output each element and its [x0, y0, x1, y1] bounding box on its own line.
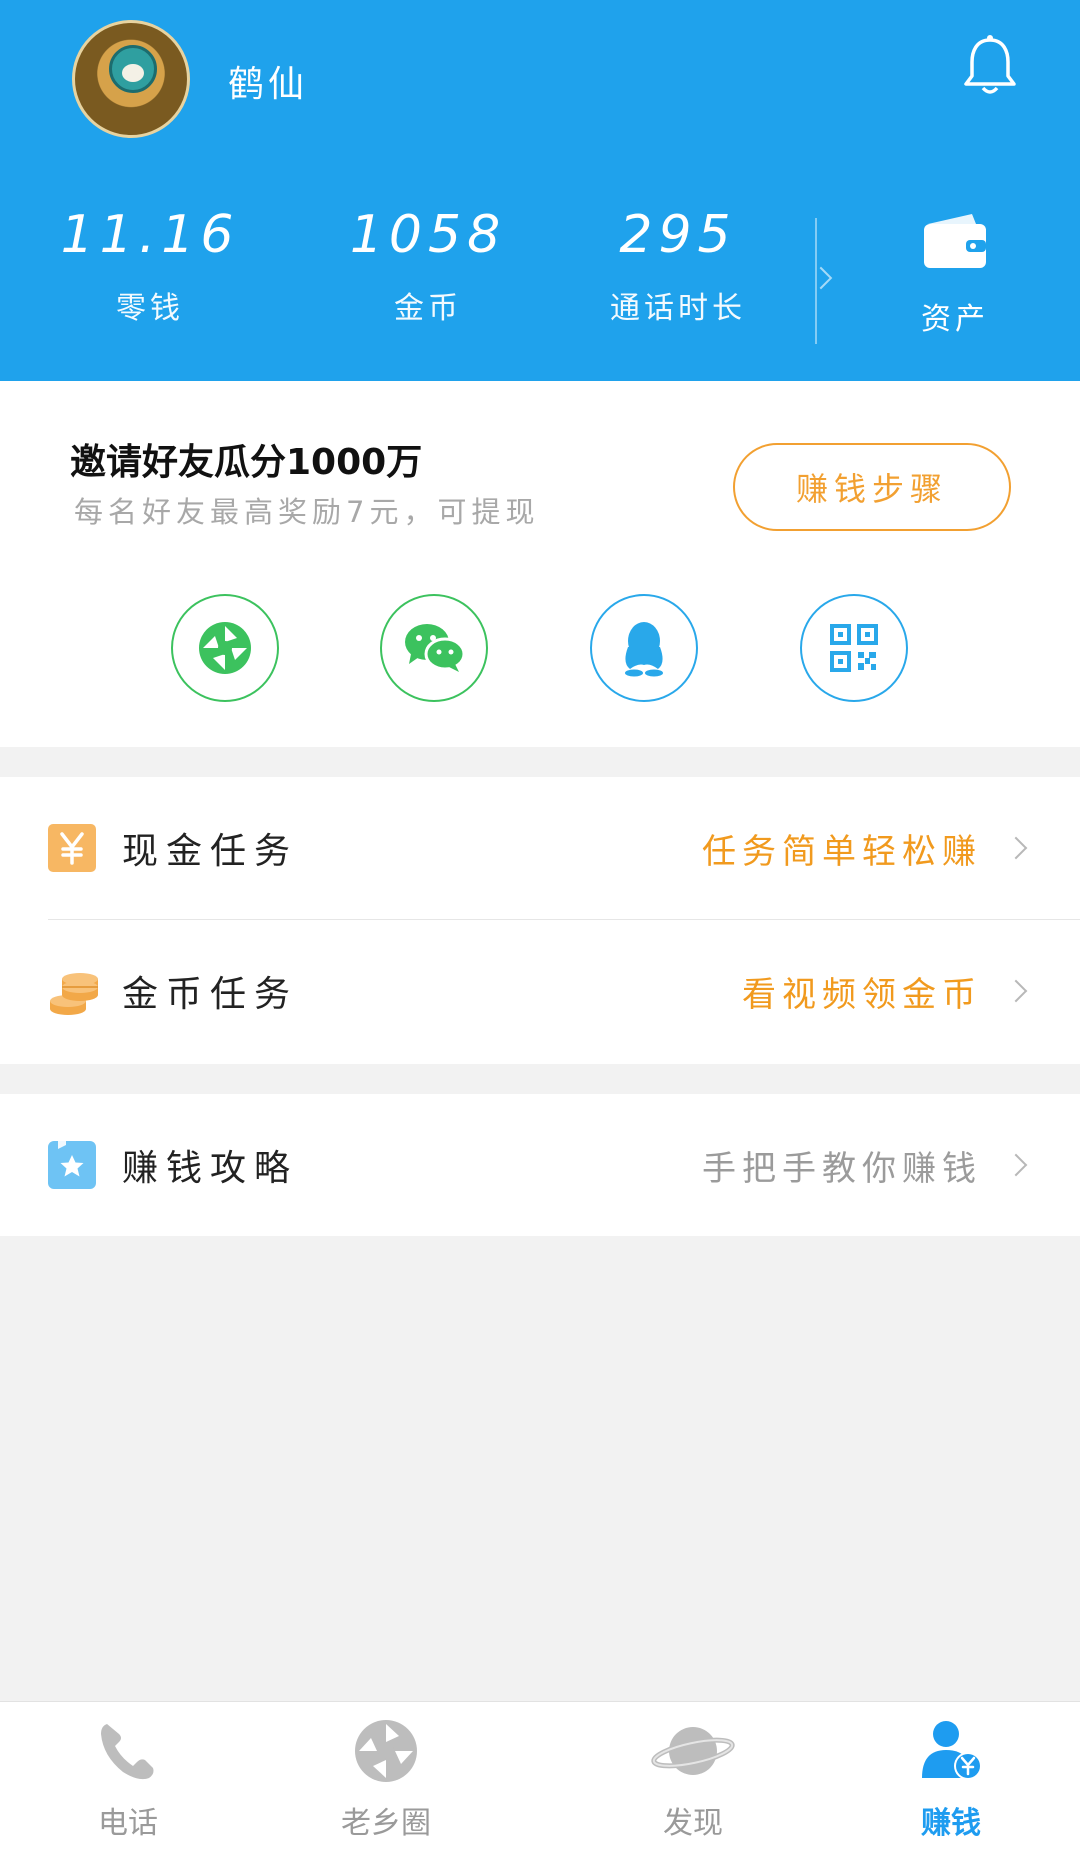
- star-bookmark-icon: [48, 1141, 96, 1189]
- earn-user-icon: [922, 1721, 982, 1780]
- asset-label: 资产: [921, 302, 989, 337]
- nav-label-phone: 电话: [98, 1806, 158, 1841]
- chevron-right-icon: [1004, 979, 1028, 1003]
- invite-subtitle: 每名好友最高奖励7元，可提现: [74, 495, 540, 529]
- yuan-icon: [48, 824, 96, 872]
- nav-item-discover[interactable]: 发现: [613, 1716, 773, 1842]
- wallet-icon: [924, 214, 986, 268]
- stat-change[interactable]: 11.16 零钱: [40, 205, 260, 327]
- share-qrcode-button[interactable]: [800, 594, 908, 702]
- qq-icon: [625, 622, 663, 677]
- avatar[interactable]: [72, 20, 190, 138]
- nav-label-earn: 赚钱: [921, 1806, 981, 1841]
- phone-icon: [101, 1724, 154, 1780]
- earn-steps-button[interactable]: 赚钱步骤: [733, 443, 1011, 531]
- bottom-nav: 电话 老乡圈 发现 赚钱: [0, 1701, 1080, 1851]
- coins-icon: [50, 973, 98, 1015]
- moments-icon: [199, 622, 251, 674]
- header-divider: [815, 218, 817, 344]
- stat-change-value: 11.16: [60, 205, 240, 265]
- chevron-right-icon: [1004, 1153, 1028, 1177]
- earn-guide-title: 赚钱攻略: [122, 1148, 299, 1189]
- stat-coins-label: 金币: [394, 291, 462, 326]
- earn-guide-hint: 手把手教你赚钱: [702, 1148, 982, 1189]
- earn-guide-row[interactable]: 赚钱攻略 手把手教你赚钱: [0, 1094, 1080, 1236]
- cash-task-title: 现金任务: [122, 831, 299, 872]
- stat-change-label: 零钱: [116, 291, 184, 326]
- stat-call-time[interactable]: 295 通话时长: [568, 205, 788, 327]
- coin-task-hint: 看视频领金币: [742, 974, 982, 1015]
- stat-call-time-value: 295: [619, 205, 737, 265]
- chevron-right-icon: [1004, 836, 1028, 860]
- task-list: 现金任务 任务简单轻松赚 金币任务 看视频领金币: [0, 777, 1080, 1064]
- stat-call-time-label: 通话时长: [610, 291, 746, 326]
- share-qq-button[interactable]: [590, 594, 698, 702]
- nav-item-earn[interactable]: 赚钱: [871, 1716, 1031, 1842]
- share-wechat-button[interactable]: [380, 594, 488, 702]
- cash-task-hint: 任务简单轻松赚: [702, 831, 982, 872]
- coin-task-title: 金币任务: [122, 974, 299, 1015]
- stat-coins[interactable]: 1058 金币: [318, 205, 538, 327]
- share-moments-button[interactable]: [171, 594, 279, 702]
- nav-item-phone[interactable]: 电话: [48, 1716, 208, 1842]
- invite-panel: 邀请好友瓜分1000万 每名好友最高奖励7元，可提现 赚钱步骤: [0, 381, 1080, 747]
- profile-header: 鹤仙 11.16 零钱 1058 金币 295 通话时长 资产: [0, 0, 1080, 381]
- nav-label-discover: 发现: [663, 1806, 723, 1841]
- nav-item-hometown[interactable]: 老乡圈: [306, 1716, 466, 1842]
- invite-title: 邀请好友瓜分1000万: [70, 442, 423, 483]
- qrcode-icon: [830, 624, 878, 672]
- wechat-icon: [405, 624, 466, 672]
- aperture-icon: [355, 1720, 417, 1782]
- planet-icon: [651, 1727, 735, 1775]
- stat-coins-value: 1058: [349, 205, 507, 265]
- cash-task-row[interactable]: 现金任务 任务简单轻松赚: [0, 777, 1080, 919]
- guide-card: 赚钱攻略 手把手教你赚钱: [0, 1094, 1080, 1236]
- coin-task-row[interactable]: 金币任务 看视频领金币: [0, 920, 1080, 1062]
- asset-button[interactable]: 资产: [900, 210, 1010, 338]
- nav-label-hometown: 老乡圈: [341, 1806, 431, 1841]
- bell-icon[interactable]: [960, 34, 1020, 100]
- username[interactable]: 鹤仙: [228, 55, 308, 107]
